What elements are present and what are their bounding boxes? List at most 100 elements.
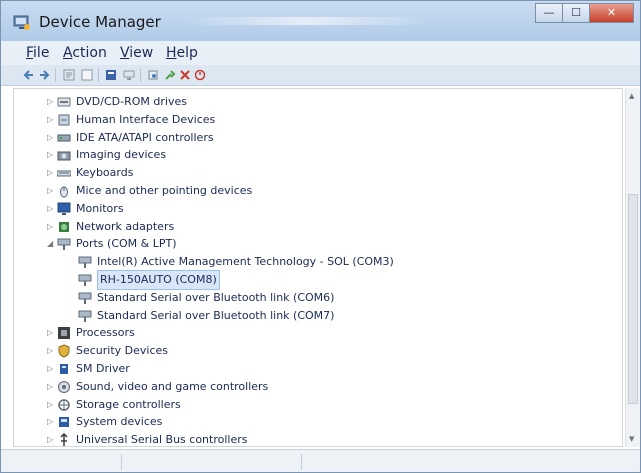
device-manager-app-icon (13, 15, 30, 30)
expand-arrow-icon[interactable]: ▷ (47, 129, 55, 147)
vertical-scrollbar[interactable]: ▲ ▼ (625, 88, 640, 447)
security-device-icon (58, 344, 70, 358)
system-device-icon (59, 417, 69, 428)
port-icon (78, 310, 92, 322)
tree-item-label: Human Interface Devices (76, 112, 216, 126)
tree-item-label: Universal Serial Bus controllers (76, 433, 248, 447)
expand-arrow-icon[interactable]: ▷ (47, 218, 55, 236)
maximize-icon: ☐ (571, 6, 581, 19)
tree-item-label: Monitors (76, 201, 124, 215)
tree-item-label: Network adapters (76, 219, 175, 233)
uninstall-icon[interactable] (179, 69, 191, 81)
scroll-thumb[interactable] (628, 194, 638, 404)
tree-item-label: Intel(R) Active Management Technology - … (97, 255, 394, 269)
tree-item-label: Storage controllers (76, 397, 181, 411)
tree-item-label: RH-150AUTO (COM8) (97, 270, 220, 290)
expand-arrow-icon[interactable]: ▷ (47, 378, 55, 396)
scan-hardware-icon[interactable] (147, 69, 159, 81)
menu-file-accel: F (26, 45, 34, 61)
tree-item-label: System devices (76, 415, 163, 429)
hid-icon (58, 114, 70, 126)
tree-item-label: Sound, video and game controllers (76, 379, 269, 393)
update-driver-icon[interactable] (164, 69, 176, 81)
network-adapter-icon (59, 221, 69, 232)
storage-controller-icon (58, 398, 70, 411)
menu-action[interactable]: Action (63, 45, 107, 61)
usb-icon (60, 433, 68, 446)
device-manager-window: Device Manager — ☐ ✕ File Action View He… (0, 0, 641, 473)
tree-item-label: Standard Serial over Bluetooth link (COM… (97, 308, 335, 322)
menu-bar: File Action View Help (1, 41, 640, 65)
tree-item-label: Keyboards (76, 166, 134, 180)
tree-item-label: Standard Serial over Bluetooth link (COM… (97, 290, 335, 304)
menu-view[interactable]: View (120, 45, 153, 61)
menu-file[interactable]: File (26, 45, 49, 61)
menu-view-label: iew (129, 45, 154, 61)
caption-buttons: — ☐ ✕ (535, 3, 634, 23)
tree-item-label: Imaging devices (76, 148, 167, 162)
expand-arrow-icon[interactable]: ▷ (47, 431, 55, 446)
expand-arrow-icon[interactable]: ▷ (47, 200, 55, 218)
close-icon: ✕ (606, 6, 617, 19)
tree-item-label: DVD/CD-ROM drives (76, 95, 187, 108)
tree-item-label: Ports (COM & LPT) (76, 237, 177, 251)
scroll-up-icon[interactable]: ▲ (629, 92, 634, 100)
tree-item-label: IDE ATA/ATAPI controllers (76, 130, 214, 144)
menu-help-label: elp (176, 45, 198, 61)
properties-icon[interactable] (63, 69, 75, 81)
back-arrow-icon[interactable] (23, 69, 35, 81)
menu-file-label: ile (33, 45, 50, 61)
menu-help[interactable]: Help (166, 45, 198, 61)
tree-item-label: Mice and other pointing devices (76, 184, 253, 197)
sm-driver-icon (60, 364, 68, 374)
port-icon (78, 292, 92, 304)
expand-arrow-icon[interactable]: ▷ (47, 111, 55, 129)
computer-icon[interactable] (123, 69, 135, 81)
port-icon (78, 274, 92, 286)
status-divider (121, 454, 122, 470)
keyboard-icon (57, 170, 71, 177)
status-divider (301, 454, 302, 470)
expand-arrow-icon[interactable]: ▷ (47, 342, 55, 360)
status-bar (1, 449, 640, 472)
expand-arrow-icon[interactable]: ▷ (47, 360, 55, 378)
mouse-icon (60, 186, 68, 198)
expand-arrow-icon[interactable]: ▷ (47, 396, 55, 414)
sound-icon (58, 380, 70, 393)
minimize-button[interactable]: — (535, 3, 562, 23)
expand-arrow-icon[interactable]: ▷ (47, 324, 55, 342)
expand-arrow-icon[interactable]: ▷ (47, 93, 55, 111)
toolbar-separator (55, 68, 56, 82)
expand-arrow-icon[interactable]: ▷ (47, 182, 55, 200)
minimize-icon: — (543, 6, 555, 19)
help-icon[interactable] (105, 69, 117, 81)
menu-help-accel: H (166, 45, 177, 61)
scroll-down-icon[interactable]: ▼ (629, 435, 634, 443)
port-icon (78, 256, 92, 269)
toolbar (1, 65, 640, 86)
expand-arrow-icon[interactable]: ▷ (47, 146, 55, 164)
dvd-drive-icon (57, 97, 71, 107)
imaging-device-icon (57, 151, 71, 161)
expand-arrow-icon[interactable]: ▷ (47, 164, 55, 182)
toolbar-separator (140, 68, 141, 82)
monitor-icon (57, 202, 71, 215)
tree-item-label: Processors (76, 326, 135, 340)
collapse-arrow-icon[interactable]: ◢ (47, 235, 55, 253)
maximize-button[interactable]: ☐ (562, 3, 589, 23)
show-hide-icon[interactable] (81, 69, 93, 81)
menu-action-label: ction (72, 45, 107, 61)
expand-arrow-icon[interactable]: ▷ (47, 413, 55, 431)
tree-item-label: Security Devices (76, 344, 169, 358)
window-title: Device Manager (39, 13, 161, 31)
toolbar-separator (98, 68, 99, 82)
port-icon (57, 238, 71, 251)
close-button[interactable]: ✕ (589, 3, 634, 23)
title-glare (181, 17, 431, 25)
title-bar[interactable]: Device Manager — ☐ ✕ (1, 1, 640, 41)
disable-icon[interactable] (194, 69, 206, 81)
processor-icon (58, 327, 70, 340)
ide-controller-icon (57, 134, 71, 142)
device-tree[interactable]: ▷ DVD/CD-ROM drives ▷ Human Interface Devic… (13, 88, 623, 447)
forward-arrow-icon[interactable] (38, 69, 50, 81)
